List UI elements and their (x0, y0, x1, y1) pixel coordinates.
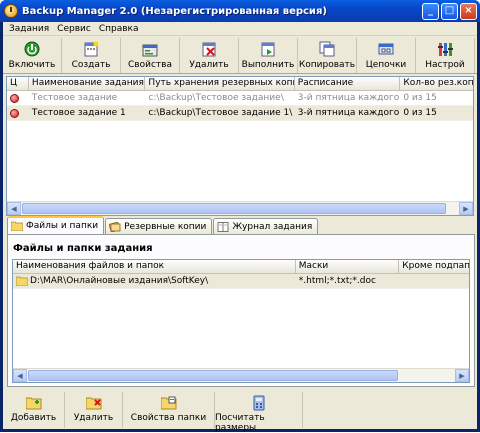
task-row[interactable]: Тестовое задание c:\Backup\Тестовое зада… (7, 91, 473, 106)
tasks-horizontal-scrollbar[interactable]: ◀ ▶ (7, 201, 473, 215)
stopped-status-icon (10, 108, 19, 118)
scroll-thumb[interactable] (22, 203, 446, 214)
close-button[interactable]: × (460, 2, 477, 20)
calculate-sizes-button[interactable]: Посчитать размеры (215, 392, 303, 433)
log-book-icon (217, 221, 229, 232)
properties-button[interactable]: Свойства (121, 38, 180, 73)
chain-icon (377, 40, 395, 58)
file-row[interactable]: D:\MAR\Онлайновые издания\SoftKey\ *.htm… (13, 274, 469, 289)
delete-icon (200, 40, 218, 58)
col-file-names[interactable]: Наименования файлов и папок (13, 260, 296, 273)
col-task-name[interactable]: Наименование задания (29, 77, 146, 90)
menu-help[interactable]: Справка (95, 24, 143, 34)
main-toolbar: Включить Создать Свойства Удалить Выполн… (3, 36, 477, 74)
col-backup-count[interactable]: Кол-во рез.копи (400, 77, 473, 90)
stopped-status-icon (10, 93, 19, 103)
files-horizontal-scrollbar[interactable]: ◀ ▶ (13, 368, 469, 382)
files-toolbar: Добавить Удалить Свойства папки Посчитат… (3, 392, 477, 433)
menu-tasks[interactable]: Задания (5, 24, 53, 34)
files-panel-title: Файлы и папки задания (13, 243, 153, 254)
properties-icon (141, 40, 159, 58)
app-logo-icon (4, 4, 18, 18)
window-title: Backup Manager 2.0 (Незарегистрированная… (22, 5, 327, 17)
folder-properties-icon (160, 395, 177, 411)
settings-button[interactable]: Настрой (416, 38, 475, 73)
remove-button[interactable]: Удалить (65, 392, 123, 428)
scroll-thumb[interactable] (28, 370, 398, 381)
settings-icon (436, 40, 454, 58)
copy-button[interactable]: Копировать (298, 38, 357, 73)
files-grid: Наименования файлов и папок Маски Кроме … (12, 259, 470, 383)
chains-button[interactable]: Цепочки (357, 38, 416, 73)
add-folder-icon (25, 395, 42, 411)
remove-folder-icon (85, 395, 102, 411)
col-backup-path[interactable]: Путь хранения резервных копий (145, 77, 295, 90)
task-row-selected[interactable]: Тестовое задание 1 c:\Backup\Тестовое за… (7, 106, 473, 121)
copy-icon (318, 40, 336, 58)
create-button[interactable]: Создать (62, 38, 121, 73)
tasks-grid: Ц Наименование задания Путь хранения рез… (6, 76, 474, 216)
maximize-button[interactable]: □ (441, 2, 458, 20)
col-except-subfolders[interactable]: Кроме подпапок (399, 260, 469, 273)
tab-backups[interactable]: Резервные копии (105, 218, 213, 234)
col-schedule[interactable]: Расписание (295, 77, 401, 90)
delete-button[interactable]: Удалить (180, 38, 239, 73)
scroll-right-arrow-icon[interactable]: ▶ (455, 369, 469, 382)
app-window: Backup Manager 2.0 (Незарегистрированная… (0, 0, 480, 433)
folder-icon (16, 276, 28, 286)
scroll-right-arrow-icon[interactable]: ▶ (459, 202, 473, 215)
menu-service[interactable]: Сервис (53, 24, 95, 34)
minimize-button[interactable]: _ (422, 2, 439, 20)
tasks-grid-header: Ц Наименование задания Путь хранения рез… (7, 77, 473, 91)
title-bar[interactable]: Backup Manager 2.0 (Незарегистрированная… (0, 0, 480, 22)
folder-properties-button[interactable]: Свойства папки (123, 392, 215, 428)
backup-copies-icon (109, 221, 121, 232)
tab-files-folders[interactable]: Файлы и папки (7, 216, 105, 234)
enable-button[interactable]: Включить (3, 38, 62, 73)
run-button[interactable]: Выполнить (239, 38, 298, 73)
files-panel: Файлы и папки задания Наименования файло… (7, 234, 475, 387)
detail-tabs: Файлы и папки Резервные копии Журнал зад… (7, 216, 319, 234)
scroll-left-arrow-icon[interactable]: ◀ (7, 202, 21, 215)
folder-icon (11, 221, 23, 231)
calculate-size-icon (251, 395, 267, 411)
tab-task-log[interactable]: Журнал задания (213, 218, 319, 234)
files-grid-header: Наименования файлов и папок Маски Кроме … (13, 260, 469, 274)
run-icon (259, 40, 277, 58)
scroll-left-arrow-icon[interactable]: ◀ (13, 369, 27, 382)
menu-bar: Задания Сервис Справка (3, 22, 477, 36)
add-button[interactable]: Добавить (3, 392, 65, 428)
col-status[interactable]: Ц (7, 77, 29, 90)
power-icon (23, 40, 41, 58)
client-area: Задания Сервис Справка Включить Создать (3, 22, 477, 433)
new-task-icon (82, 40, 100, 58)
col-masks[interactable]: Маски (296, 260, 400, 273)
